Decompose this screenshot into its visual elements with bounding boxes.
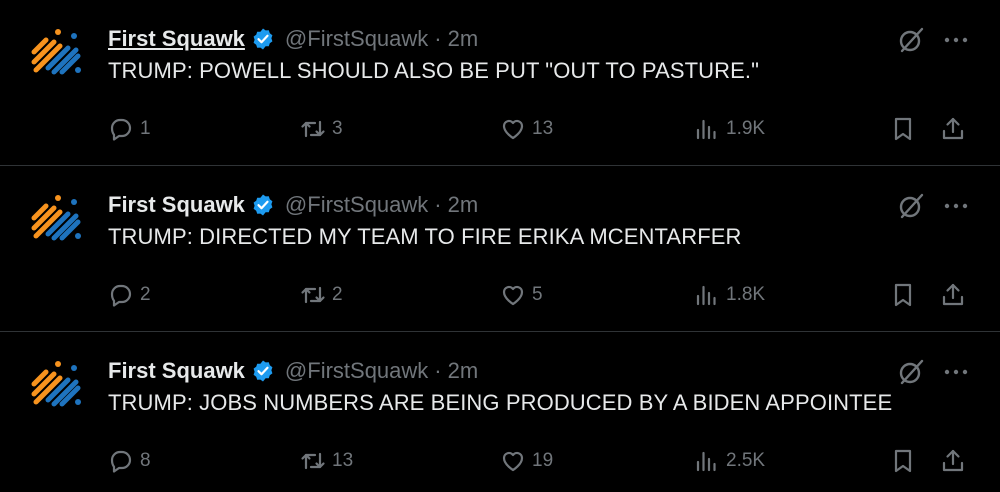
bookmark-icon (894, 117, 912, 141)
reply-button[interactable]: 1 (108, 112, 151, 146)
retweet-icon (301, 452, 325, 470)
views-button[interactable]: 1.8K (694, 278, 765, 312)
avatar[interactable] (28, 188, 84, 244)
grok-icon[interactable] (897, 26, 925, 54)
author-handle[interactable]: @FirstSquawk (285, 26, 428, 52)
tweet[interactable]: First Squawk @FirstSquawk · 2m TRUMP: JO… (0, 332, 1000, 492)
author-handle[interactable]: @FirstSquawk (285, 358, 428, 384)
bookmark-icon (894, 449, 912, 473)
retweet-icon (301, 120, 325, 138)
like-button[interactable]: 19 (500, 444, 553, 478)
reply-button[interactable]: 8 (108, 444, 151, 478)
retweet-button[interactable]: 2 (300, 278, 343, 312)
avatar[interactable] (28, 354, 84, 410)
share-button[interactable] (940, 444, 966, 478)
author-name[interactable]: First Squawk (108, 26, 245, 52)
author-name[interactable]: First Squawk (108, 192, 245, 218)
views-button[interactable]: 1.9K (694, 112, 765, 146)
separator-dot: · (434, 26, 442, 51)
more-icon[interactable] (942, 192, 970, 220)
views-count: 2.5K (726, 450, 766, 471)
tweet-text: TRUMP: DIRECTED MY TEAM TO FIRE ERIKA MC… (108, 224, 742, 249)
views-count: 1.8K (726, 284, 766, 305)
share-icon (942, 449, 964, 472)
retweet-count: 13 (332, 450, 354, 471)
share-icon (942, 283, 964, 306)
tweet-header: First Squawk @FirstSquawk · 2m (108, 188, 478, 222)
like-count: 5 (532, 284, 543, 305)
tweet-header: First Squawk @FirstSquawk · 2m (108, 22, 478, 56)
author-handle[interactable]: @FirstSquawk (285, 192, 428, 218)
retweet-button[interactable]: 13 (300, 444, 353, 478)
bookmark-button[interactable] (890, 444, 916, 478)
like-count: 13 (532, 118, 554, 139)
views-icon (696, 119, 716, 140)
avatar[interactable] (28, 22, 84, 78)
views-icon (696, 285, 716, 306)
like-button[interactable]: 13 (500, 112, 553, 146)
like-icon (502, 119, 524, 140)
timeline: First Squawk @FirstSquawk · 2m TRUMP: PO… (0, 0, 1000, 492)
like-icon (502, 285, 524, 306)
views-icon (696, 451, 716, 472)
bookmark-button[interactable] (890, 112, 916, 146)
tweet-text: TRUMP: POWELL SHOULD ALSO BE PUT "OUT TO… (108, 58, 760, 83)
reply-count: 1 (140, 118, 151, 139)
like-icon (502, 451, 524, 472)
reply-icon (110, 450, 132, 473)
timestamp[interactable]: 2m (448, 26, 479, 52)
retweet-count: 2 (332, 284, 343, 305)
like-count: 19 (532, 450, 554, 471)
verified-badge-icon[interactable] (251, 193, 275, 217)
views-count: 1.9K (726, 118, 766, 139)
separator-dot: · (434, 192, 442, 217)
retweet-icon (301, 286, 325, 304)
more-icon[interactable] (942, 358, 970, 386)
more-icon[interactable] (942, 26, 970, 54)
retweet-button[interactable]: 3 (300, 112, 343, 146)
grok-icon[interactable] (897, 358, 925, 386)
author-name[interactable]: First Squawk (108, 358, 245, 384)
retweet-count: 3 (332, 118, 343, 139)
reply-count: 8 (140, 450, 151, 471)
share-icon (942, 117, 964, 140)
share-button[interactable] (940, 112, 966, 146)
timestamp[interactable]: 2m (448, 192, 479, 218)
bookmark-button[interactable] (890, 278, 916, 312)
like-button[interactable]: 5 (500, 278, 543, 312)
tweet-text: TRUMP: JOBS NUMBERS ARE BEING PRODUCED B… (108, 390, 893, 415)
grok-icon[interactable] (897, 192, 925, 220)
views-button[interactable]: 2.5K (694, 444, 765, 478)
reply-button[interactable]: 2 (108, 278, 151, 312)
share-button[interactable] (940, 278, 966, 312)
tweet[interactable]: First Squawk @FirstSquawk · 2m TRUMP: PO… (0, 0, 1000, 166)
reply-icon (110, 118, 132, 141)
tweet[interactable]: First Squawk @FirstSquawk · 2m TRUMP: DI… (0, 166, 1000, 332)
reply-count: 2 (140, 284, 151, 305)
verified-badge-icon[interactable] (251, 27, 275, 51)
timestamp[interactable]: 2m (448, 358, 479, 384)
separator-dot: · (434, 358, 442, 383)
verified-badge-icon[interactable] (251, 359, 275, 383)
bookmark-icon (894, 283, 912, 307)
tweet-header: First Squawk @FirstSquawk · 2m (108, 354, 478, 388)
reply-icon (110, 284, 132, 307)
